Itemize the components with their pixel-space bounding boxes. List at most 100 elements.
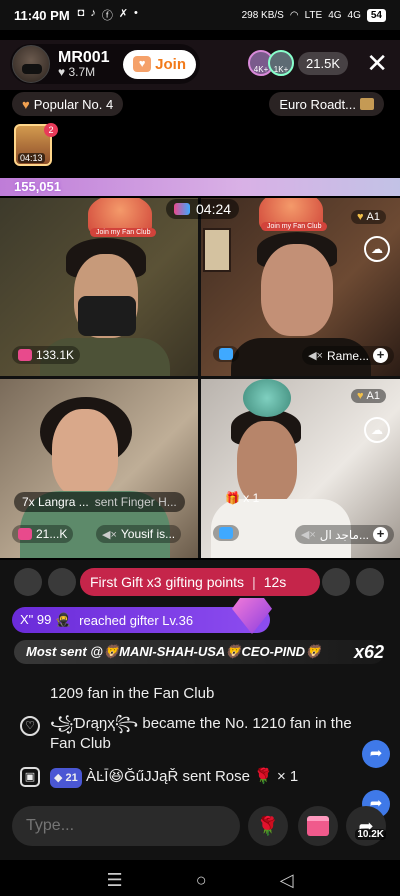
system-nav-bar: ☰ ○ ◁ bbox=[0, 864, 400, 896]
gift-button[interactable] bbox=[298, 806, 338, 846]
chat-gift-text: ÀĿĪ😆ĞűJJąŘ sent Rose 🌹 × 1 bbox=[85, 768, 299, 785]
viewer-badge: 1K+ bbox=[273, 65, 289, 74]
rose-gift-button[interactable]: 🌹 bbox=[248, 806, 288, 846]
guest-score-tag: 21...K bbox=[12, 525, 74, 543]
fan-club-label: Join my Fan Club bbox=[90, 228, 157, 237]
battle-timer: 04:24 bbox=[166, 199, 240, 219]
user-level-chip: ◆ 21 bbox=[50, 768, 82, 788]
avatar-frame-icon bbox=[243, 379, 291, 417]
gift-multiplier-value: x 1 bbox=[243, 491, 260, 505]
notification-icons: ◘ ♪ ⓕ ✗ • bbox=[78, 7, 138, 23]
status-bar: 11:40 PM ◘ ♪ ⓕ ✗ • 298 KB/S ◠ LTE 4G 4G … bbox=[0, 0, 400, 30]
battle-score: 155,051 bbox=[14, 179, 61, 194]
close-icon[interactable]: ✕ bbox=[366, 48, 388, 78]
level-banner-text: reached gifter Lv.36 bbox=[79, 612, 194, 628]
guest-name-tag[interactable]: ◀× ماجد ال... + bbox=[294, 525, 394, 544]
fan-heart-icon: ♥ bbox=[133, 56, 152, 72]
most-sent-mult: x62 bbox=[353, 641, 384, 662]
level-banner-user: X" 99 🥷 bbox=[20, 612, 72, 627]
guest-cell-1[interactable]: Join my Fan Club 133.1K bbox=[0, 198, 198, 376]
popular-rank-tag[interactable]: ♥ Popular No. 4 bbox=[12, 92, 124, 116]
guest-name-tag[interactable]: ◀× Yousif is... bbox=[96, 525, 182, 543]
heart-outline-icon: ♡ bbox=[20, 716, 40, 736]
share-icon[interactable]: ➦ bbox=[362, 740, 390, 768]
gifter-avatar[interactable] bbox=[48, 568, 76, 596]
comment-input[interactable] bbox=[12, 806, 240, 846]
region-tag[interactable]: Euro Roadt... bbox=[269, 92, 384, 116]
rank-badge: ♥ A1 bbox=[351, 389, 386, 403]
add-icon[interactable]: + bbox=[373, 348, 388, 363]
recent-apps-icon[interactable]: ☰ bbox=[107, 870, 123, 891]
viewer-avatar[interactable]: 1K+ bbox=[268, 50, 295, 76]
gift-notice-action: sent Finger H... bbox=[94, 495, 177, 509]
camera-icon bbox=[18, 349, 32, 361]
camera-icon bbox=[219, 527, 233, 539]
home-icon[interactable]: ○ bbox=[196, 870, 207, 891]
first-gift-banner[interactable]: First Gift x3 gifting points | 12s bbox=[80, 568, 320, 596]
lte-label: LTE bbox=[304, 9, 323, 21]
signal-label: 4G bbox=[328, 9, 342, 21]
host-likes-count: 3.7M bbox=[68, 65, 96, 80]
rank-badge-label: A1 bbox=[366, 390, 380, 402]
facebook-icon: ⓕ bbox=[101, 10, 113, 22]
x-icon: ✗ bbox=[118, 8, 129, 20]
fan-club-label: Join my Fan Club bbox=[261, 222, 328, 231]
cloud-icon[interactable]: ☁ bbox=[364, 417, 390, 443]
host-likes: ♥ 3.7M bbox=[58, 66, 110, 79]
guest-face bbox=[52, 409, 118, 497]
host-card[interactable]: MR001 ♥ 3.7M ♥ Join bbox=[10, 44, 200, 84]
viewer-badge: 4K+ bbox=[253, 65, 269, 74]
viewer-count[interactable]: 21.5K bbox=[298, 51, 348, 75]
face-mask bbox=[78, 296, 136, 336]
host-name: MR001 bbox=[58, 48, 110, 66]
separator: | bbox=[252, 574, 256, 590]
gifter-avatar[interactable] bbox=[322, 568, 350, 596]
gifter-level-banner: X" 99 🥷 reached gifter Lv.36 bbox=[12, 607, 270, 633]
guest-name-tag[interactable]: ◀× Rame... + bbox=[302, 346, 394, 365]
battle-timer-value: 04:24 bbox=[196, 201, 232, 217]
host-avatar[interactable] bbox=[12, 45, 50, 83]
guest-score: 133.1K bbox=[36, 348, 75, 362]
guest-name: Yousif is... bbox=[120, 527, 176, 541]
heart-icon: ♥ bbox=[357, 390, 364, 402]
share-count: 10.2K bbox=[355, 829, 386, 840]
first-gift-time: 12s bbox=[263, 574, 287, 590]
guest-cam-tag bbox=[213, 525, 239, 541]
status-right: 298 KB/S ◠ LTE 4G 4G 54 bbox=[242, 8, 386, 22]
signal-label-2: 4G bbox=[347, 9, 361, 21]
user-level: 21 bbox=[65, 772, 78, 784]
gifter-avatar[interactable] bbox=[356, 568, 384, 596]
gifter-avatar[interactable] bbox=[14, 568, 42, 596]
camera-icon bbox=[219, 348, 233, 360]
chest-badge: 2 bbox=[44, 123, 58, 137]
tiktok-icon: ♪ bbox=[90, 7, 96, 19]
popular-rank-label: Popular No. 4 bbox=[33, 96, 114, 112]
rank-badge-label: A1 bbox=[366, 211, 380, 223]
guest-score: 21...K bbox=[36, 527, 68, 541]
guest-name: ماجد ال... bbox=[319, 527, 369, 542]
share-button[interactable]: ➦ bbox=[346, 806, 386, 846]
viewer-list[interactable]: 4K+ 1K+ 21.5K bbox=[248, 50, 348, 76]
battle-icon bbox=[174, 203, 190, 215]
gift-multiplier: 🎁 x 1 bbox=[225, 491, 259, 505]
guest-name: Rame... bbox=[326, 348, 369, 363]
mute-icon: ◀× bbox=[308, 350, 323, 362]
chat-text: ◆ 21 ÀĿĪ😆ĞűJJąŘ sent Rose 🌹 × 1 bbox=[50, 767, 380, 788]
join-label: Join bbox=[155, 55, 186, 73]
host-info: MR001 ♥ 3.7M bbox=[58, 49, 110, 80]
gift-icon: 🎁 bbox=[225, 491, 240, 505]
add-icon[interactable]: + bbox=[373, 527, 388, 542]
guest-cell-4[interactable]: ♥ A1 ☁ 🎁 x 1 ◀× ماجد ال... + bbox=[201, 379, 400, 558]
guest-cell-2[interactable]: Join my Fan Club ♥ A1 ☁ ◀× Rame... + bbox=[201, 198, 400, 376]
chat-text: ꧁Ɗɾąŋҳ꧂ became the No. 1210 fan in the F… bbox=[50, 715, 352, 752]
guest-score-tag: 133.1K bbox=[12, 346, 81, 364]
gift-notice: 7x Langra ... sent Finger H... bbox=[14, 492, 185, 512]
cloud-icon[interactable]: ☁ bbox=[364, 236, 390, 262]
join-button[interactable]: ♥ Join bbox=[123, 49, 196, 79]
signpost-icon bbox=[360, 98, 374, 110]
broken-heart-icon: ♥ bbox=[22, 96, 30, 112]
guest-cell-3[interactable]: 21...K ◀× Yousif is... bbox=[0, 379, 198, 558]
dot-icon: • bbox=[134, 7, 138, 19]
back-icon[interactable]: ◁ bbox=[280, 870, 294, 891]
gift-box-icon: ▣ bbox=[20, 767, 40, 787]
